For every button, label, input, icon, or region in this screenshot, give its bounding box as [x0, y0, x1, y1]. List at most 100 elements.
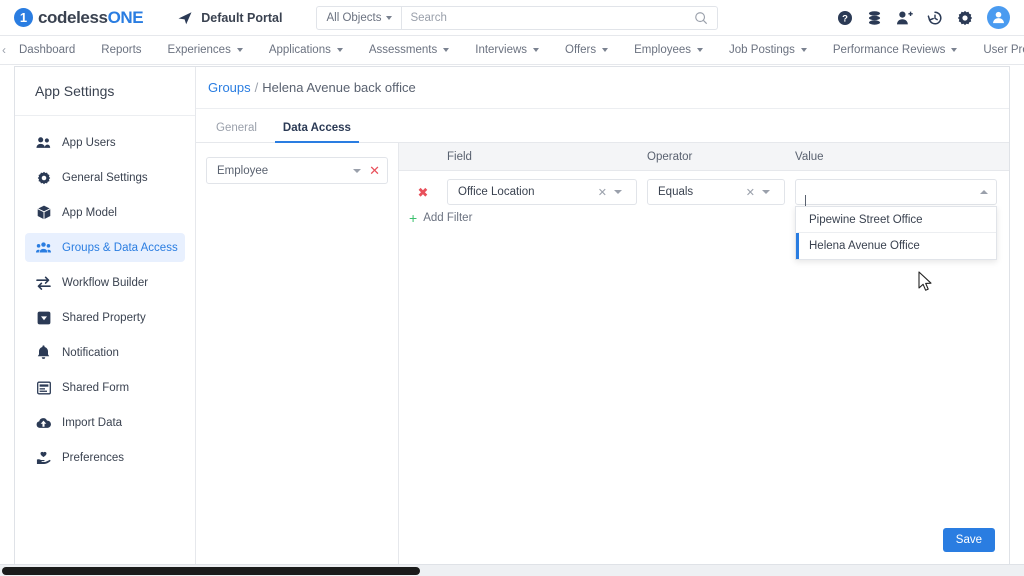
main-nav: ‹ Dashboard Reports Experiences Applicat… [0, 36, 1024, 65]
chevron-down-icon [951, 48, 958, 52]
square-caret-icon [36, 311, 51, 325]
sidebar-item-workflow-builder[interactable]: Workflow Builder [25, 268, 185, 297]
nav-item-job-postings[interactable]: Job Postings [716, 36, 820, 65]
portal-selector[interactable]: Default Portal [177, 10, 282, 26]
tab-label: General [216, 122, 257, 134]
sidebar-item-general-settings[interactable]: General Settings [25, 163, 185, 192]
sidebar-item-label: Import Data [62, 416, 123, 429]
value-dropdown-list: Pipewine Street Office Helena Avenue Off… [795, 206, 997, 260]
nav-label: Assessments [368, 43, 438, 56]
operator-select-value: Equals [658, 186, 694, 198]
history-icon[interactable] [927, 10, 943, 26]
nav-label: Experiences [167, 43, 231, 56]
tab-label: Data Access [282, 122, 351, 134]
column-header-operator: Operator [647, 150, 693, 163]
settings-sidebar: App Settings App Users General Settings [15, 67, 196, 564]
nav-item-reports[interactable]: Reports [88, 36, 154, 65]
chevron-down-icon[interactable] [353, 168, 362, 173]
nav-item-experiences[interactable]: Experiences [155, 36, 256, 65]
remove-filter-icon[interactable]: ✖ [418, 186, 429, 199]
field-select[interactable]: Office Location ✕ [447, 179, 637, 205]
content-shell: App Settings App Users General Settings [14, 66, 1010, 564]
nav-item-user-profile[interactable]: User Profile [970, 36, 1024, 65]
nav-items: Dashboard Reports Experiences Applicatio… [6, 36, 1024, 65]
value-input[interactable] [795, 179, 997, 208]
object-clear-icon[interactable]: ✕ [369, 164, 380, 177]
clear-field-icon[interactable]: ✕ [598, 186, 607, 199]
avatar[interactable] [987, 6, 1010, 29]
form-icon [36, 381, 51, 395]
chevron-down-icon [236, 48, 243, 52]
sidebar-item-label: General Settings [62, 171, 148, 184]
send-icon [177, 10, 193, 26]
operator-select[interactable]: Equals ✕ [647, 179, 785, 205]
search-scope-dropdown[interactable]: All Objects [317, 6, 403, 29]
top-header: 1 codelessONE Default Portal All Objects… [0, 0, 1024, 36]
nav-item-dashboard[interactable]: Dashboard [6, 36, 88, 65]
breadcrumb-separator: / [254, 80, 259, 95]
chevron-down-icon[interactable] [614, 190, 622, 194]
tab-bar: General Data Access [196, 109, 1009, 143]
nav-label: Dashboard [19, 43, 76, 56]
chevron-down-icon [533, 48, 540, 52]
nav-item-assessments[interactable]: Assessments [356, 36, 462, 65]
sidebar-item-app-users[interactable]: App Users [25, 128, 185, 157]
object-select[interactable]: Employee ✕ [206, 157, 388, 184]
sidebar-item-label: Groups & Data Access [62, 241, 178, 254]
tab-general[interactable]: General [208, 122, 265, 142]
value-combobox: Pipewine Street Office Helena Avenue Off… [795, 179, 997, 260]
app-logo[interactable]: 1 codelessONE [14, 7, 144, 28]
horizontal-scrollbar[interactable] [0, 564, 1024, 576]
panes: Employee ✕ Field Operator Value ✖ Office… [196, 143, 1009, 564]
app-root: 1 codelessONE Default Portal All Objects… [0, 0, 1024, 576]
scrollbar-thumb[interactable] [2, 567, 420, 575]
nav-item-applications[interactable]: Applications [256, 36, 356, 65]
dropdown-option-pipewine-street-office[interactable]: Pipewine Street Office [796, 207, 996, 233]
value-cell: Pipewine Street Office Helena Avenue Off… [795, 179, 1009, 260]
search-input[interactable] [402, 11, 686, 24]
sidebar-title: App Settings [15, 67, 195, 116]
sidebar-item-notification[interactable]: Notification [25, 338, 185, 367]
cube-icon [36, 205, 51, 220]
tab-data-access[interactable]: Data Access [274, 122, 359, 143]
nav-item-performance-reviews[interactable]: Performance Reviews [820, 36, 970, 65]
logo-text-blue: ONE [107, 7, 144, 27]
clear-operator-icon[interactable]: ✕ [746, 186, 755, 199]
sidebar-item-shared-property[interactable]: Shared Property [25, 303, 185, 332]
save-button-wrap: Save [942, 528, 995, 552]
database-icon[interactable] [867, 10, 882, 26]
logo-mark-icon: 1 [14, 8, 33, 27]
chevron-down-icon [386, 15, 393, 20]
header-icon-group: ? [837, 6, 1014, 29]
sidebar-list: App Users General Settings App Model Gro… [15, 116, 195, 472]
chevron-down-icon [443, 48, 450, 52]
nav-item-employees[interactable]: Employees [621, 36, 716, 65]
chevron-down-icon[interactable] [762, 190, 770, 194]
search-bar: All Objects [316, 5, 719, 30]
plus-icon: + [409, 210, 418, 226]
nav-item-interviews[interactable]: Interviews [462, 36, 552, 65]
sidebar-item-preferences[interactable]: Preferences [25, 443, 185, 472]
sidebar-item-groups-data-access[interactable]: Groups & Data Access [25, 233, 185, 262]
nav-item-offers[interactable]: Offers [552, 36, 621, 65]
chevron-up-icon[interactable] [980, 190, 988, 194]
logo-text-dark: codeless [38, 7, 108, 27]
nav-label: Applications [268, 43, 331, 56]
breadcrumb-root-link[interactable]: Groups [208, 80, 251, 95]
filter-pane: Field Operator Value ✖ Office Location ✕ [399, 143, 1009, 564]
sidebar-item-label: App Users [62, 136, 116, 149]
filter-row: ✖ Office Location ✕ Equals ✕ Pipewine St… [399, 171, 1009, 260]
gear-icon[interactable] [957, 10, 973, 26]
sidebar-item-app-model[interactable]: App Model [25, 198, 185, 227]
filter-table-header: Field Operator Value [399, 143, 1009, 171]
add-filter-label: Add Filter [423, 212, 473, 224]
help-icon[interactable]: ? [837, 10, 853, 26]
sidebar-item-import-data[interactable]: Import Data [25, 408, 185, 437]
dropdown-option-helena-avenue-office[interactable]: Helena Avenue Office [796, 233, 996, 259]
add-user-icon[interactable] [896, 10, 913, 26]
object-select-value: Employee [217, 164, 269, 177]
save-button[interactable]: Save [942, 528, 995, 552]
sidebar-item-shared-form[interactable]: Shared Form [25, 373, 185, 402]
sidebar-item-label: Notification [62, 346, 119, 359]
search-icon[interactable] [685, 11, 717, 25]
